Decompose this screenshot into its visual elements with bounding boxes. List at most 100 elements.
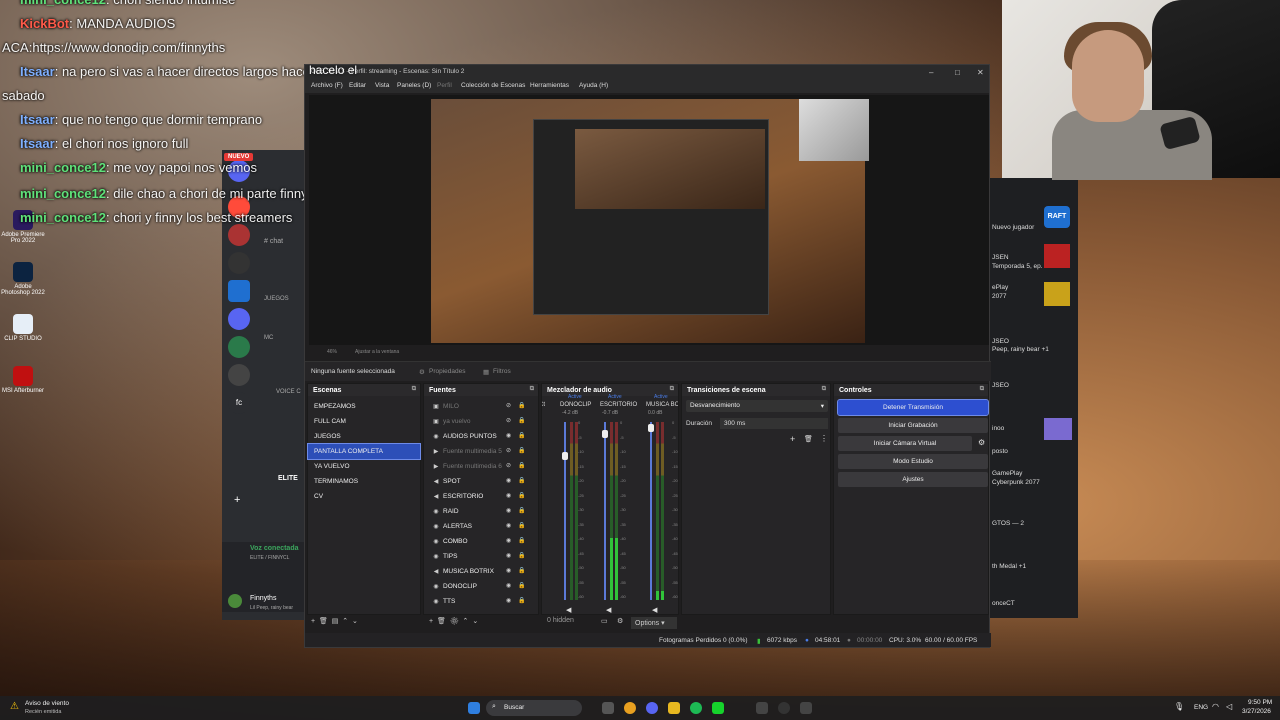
menu-item[interactable]: Archivo (F): [311, 82, 343, 89]
volume-fader-knob[interactable]: [562, 452, 568, 460]
mixer-layout-icon[interactable]: ▭: [601, 617, 608, 629]
source-item[interactable]: ◉ ALERTAS ◉ 🔒: [424, 519, 538, 534]
studio-mode-button[interactable]: Modo Estudio: [838, 454, 988, 469]
more-options-icon[interactable]: ⋮: [820, 434, 828, 443]
scene-item[interactable]: CV: [308, 489, 420, 504]
gear-icon[interactable]: ⚙: [419, 368, 425, 376]
lock-icon[interactable]: 🔒: [518, 429, 525, 444]
add-icon[interactable]: +: [429, 618, 433, 625]
popout-icon[interactable]: ⧉: [980, 386, 984, 393]
wifi-icon[interactable]: ◠: [1212, 702, 1219, 711]
add-transition-icon[interactable]: +: [790, 434, 795, 444]
search-box[interactable]: ⌕ Buscar: [486, 700, 582, 716]
visibility-eye-icon[interactable]: ◉: [506, 594, 511, 609]
raft-game-icon[interactable]: RAFT: [1044, 206, 1070, 228]
visibility-eye-icon[interactable]: ⊘: [506, 459, 511, 474]
popout-icon[interactable]: ⧉: [670, 386, 674, 393]
menu-item[interactable]: Ayuda (H): [579, 82, 608, 89]
menu-item[interactable]: Colección de Escenas: [461, 82, 525, 89]
discord-server-icon[interactable]: [228, 280, 250, 302]
file-explorer-icon[interactable]: [668, 702, 680, 714]
filter-icon[interactable]: ▤: [332, 618, 339, 625]
lock-icon[interactable]: 🔒: [518, 444, 525, 459]
lock-icon[interactable]: 🔒: [518, 414, 525, 429]
source-item[interactable]: ▶ Fuente multimedia 6 ⊘ 🔒: [424, 459, 538, 474]
source-item[interactable]: ◉ RAID ◉ 🔒: [424, 504, 538, 519]
source-item[interactable]: ◉ COMBO ◉ 🔒: [424, 534, 538, 549]
scene-item[interactable]: PANTALLA COMPLETA: [307, 443, 421, 460]
discord-channel-chat[interactable]: # chat: [264, 238, 283, 245]
microphone-icon[interactable]: 🎙: [1174, 702, 1184, 711]
scene-item[interactable]: YA VUELVO: [308, 459, 420, 474]
kick-icon[interactable]: [712, 702, 724, 714]
speaker-icon[interactable]: ◀: [652, 606, 657, 614]
source-item[interactable]: ◉ DONOCLIP ◉ 🔒: [424, 579, 538, 594]
transition-select[interactable]: Desvanecimiento ▾: [686, 400, 828, 412]
menu-item[interactable]: Paneles (D): [397, 82, 431, 89]
gear-icon[interactable]: ⚙: [450, 618, 459, 625]
program-preview[interactable]: [309, 95, 989, 345]
filters-icon[interactable]: ▦: [483, 368, 489, 376]
menu-item[interactable]: Perfil: [437, 82, 452, 89]
visibility-eye-icon[interactable]: ◉: [506, 534, 511, 549]
options-button[interactable]: Options ▾: [631, 617, 677, 629]
obs-icon[interactable]: [778, 702, 790, 714]
lock-icon[interactable]: 🔒: [518, 594, 525, 609]
avatar[interactable]: [228, 594, 242, 608]
properties-button[interactable]: Propiedades: [429, 368, 466, 375]
discord-voice-elite[interactable]: ELITE: [278, 475, 298, 482]
zoom-level[interactable]: 46%: [327, 349, 337, 355]
add-icon[interactable]: +: [311, 618, 315, 625]
volume-fader-track[interactable]: [650, 422, 652, 600]
source-item[interactable]: ◀ MUSICA BOTRIX ◉ 🔒: [424, 564, 538, 579]
menu-item[interactable]: Herramientas: [530, 82, 569, 89]
discord-server-icon[interactable]: [228, 364, 250, 386]
source-item[interactable]: ▣ MILO ⊘ 🔒: [424, 399, 538, 414]
lock-icon[interactable]: 🔒: [518, 579, 525, 594]
start-recording-button[interactable]: Iniciar Grabación: [838, 418, 988, 433]
weather-title[interactable]: Aviso de viento: [25, 700, 69, 707]
weather-warning-icon[interactable]: ⚠: [10, 701, 19, 712]
close-icon[interactable]: ✕: [977, 68, 984, 77]
minimize-icon[interactable]: –: [929, 68, 933, 77]
desktop-shortcut[interactable]: MSI Afterburner: [0, 366, 46, 394]
duration-input[interactable]: 300 ms: [720, 418, 828, 429]
add-server-icon[interactable]: +: [234, 494, 240, 506]
visibility-eye-icon[interactable]: ◉: [506, 579, 511, 594]
visibility-eye-icon[interactable]: ◉: [506, 504, 511, 519]
discord-server-icon[interactable]: [228, 308, 250, 330]
visibility-eye-icon[interactable]: ◉: [506, 489, 511, 504]
source-item[interactable]: ▶ Fuente multimedia 5 ⊘ 🔒: [424, 444, 538, 459]
trash-icon[interactable]: 🗑: [319, 618, 328, 625]
popout-icon[interactable]: ⧉: [530, 386, 534, 393]
visibility-eye-icon[interactable]: ⊘: [506, 399, 511, 414]
menu-item[interactable]: Editar: [349, 82, 366, 89]
lock-icon[interactable]: 🔒: [518, 489, 525, 504]
source-item[interactable]: ◉ AUDIOS PUNTOS ◉ 🔒: [424, 429, 538, 444]
clock-time[interactable]: 9:50 PM: [1248, 699, 1272, 706]
scene-item[interactable]: FULL CAM: [308, 414, 420, 429]
desktop-shortcut[interactable]: Adobe Photoshop 2022: [0, 262, 46, 296]
chevron-up-icon[interactable]: ⌃: [342, 618, 348, 625]
discord-icon[interactable]: [646, 702, 658, 714]
source-item[interactable]: ◀ ESCRITORIO ◉ 🔒: [424, 489, 538, 504]
lock-icon[interactable]: 🔒: [518, 519, 525, 534]
chevron-up-icon[interactable]: ⌃: [463, 618, 469, 625]
volume-fader-track[interactable]: [604, 422, 606, 600]
discord-server-icon[interactable]: [228, 336, 250, 358]
windows-start-icon[interactable]: [468, 702, 480, 714]
game-thumbnail[interactable]: [1044, 282, 1070, 306]
app-icon[interactable]: [800, 702, 812, 714]
visibility-eye-icon[interactable]: ◉: [506, 474, 511, 489]
fit-window-toggle[interactable]: Ajustar a la ventana: [355, 349, 399, 355]
discord-server-icon[interactable]: [228, 252, 250, 274]
visibility-eye-icon[interactable]: ⊘: [506, 444, 511, 459]
source-item[interactable]: ◀ SPOT ◉ 🔒: [424, 474, 538, 489]
chrome-icon[interactable]: [624, 702, 636, 714]
visibility-eye-icon[interactable]: ⊘: [506, 414, 511, 429]
volume-fader-knob[interactable]: [602, 430, 608, 438]
app-icon[interactable]: [756, 702, 768, 714]
filters-button[interactable]: Filtros: [493, 368, 511, 375]
chevron-down-icon[interactable]: ⌄: [352, 618, 358, 625]
gear-icon[interactable]: ⚙: [978, 438, 985, 447]
